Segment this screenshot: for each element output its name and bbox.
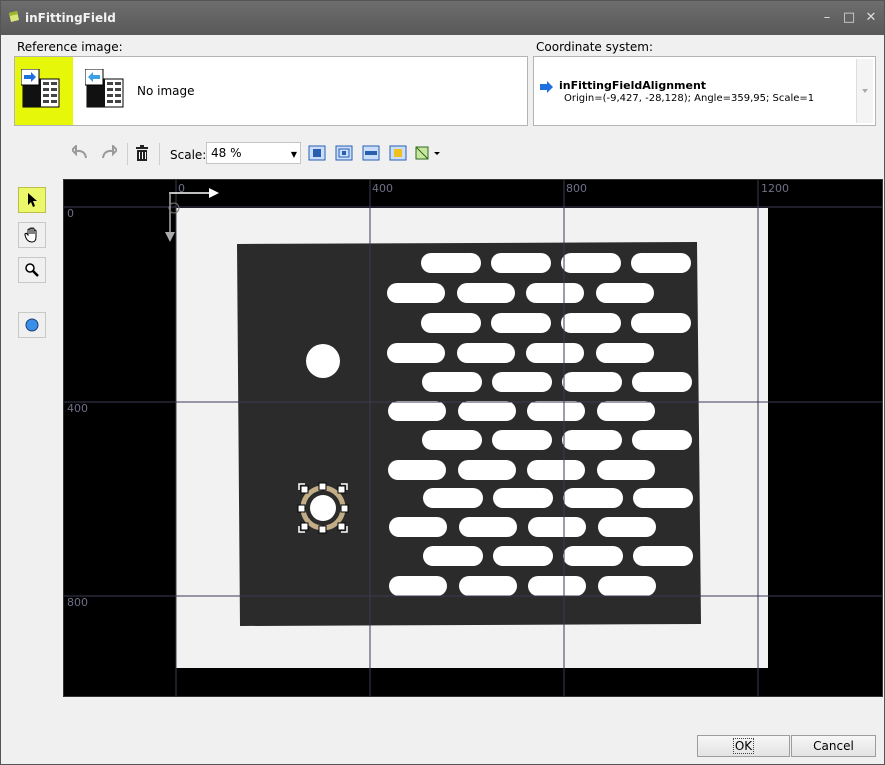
ruler-x-800: 800 — [566, 182, 587, 195]
toolbar-separator — [127, 143, 128, 165]
no-image-text: No image — [137, 84, 195, 98]
coordinate-name: inFittingFieldAlignment — [559, 79, 707, 92]
scale-value: 48 % — [211, 146, 242, 160]
ruler-x-1200: 1200 — [761, 182, 789, 195]
zoom-tool-button[interactable] — [18, 257, 46, 283]
clear-reference-icon[interactable] — [85, 69, 125, 109]
maximize-icon[interactable]: □ — [839, 9, 859, 27]
ruler-x-400: 400 — [372, 182, 393, 195]
pointer-icon — [28, 193, 37, 207]
reference-thumb-selected[interactable] — [15, 57, 73, 125]
hand-icon — [24, 227, 37, 243]
undo-icon[interactable] — [70, 141, 92, 165]
circle-icon — [25, 318, 39, 332]
circle-shape-selected[interactable] — [297, 482, 349, 534]
coordinate-value: Origin=(-9,427, -28,128); Angle=359,95; … — [564, 93, 815, 104]
minimize-icon[interactable]: – — [817, 9, 837, 27]
cancel-button[interactable]: Cancel — [791, 735, 876, 757]
zoom-actual-icon[interactable] — [333, 141, 355, 165]
coordinate-system-panel[interactable]: inFittingFieldAlignment Origin=(-9,427, … — [533, 56, 876, 126]
pan-tool-button[interactable] — [18, 222, 46, 248]
window-title: inFittingField — [25, 11, 116, 25]
app-icon — [9, 11, 19, 22]
ruler-y-800: 800 — [67, 596, 88, 609]
trash-icon[interactable] — [131, 141, 153, 165]
close-icon[interactable]: ✕ — [861, 9, 881, 27]
ok-button[interactable]: OK — [697, 735, 790, 757]
zoom-selection-icon[interactable] — [387, 141, 409, 165]
title-bar: inFittingField – □ ✕ — [1, 1, 884, 35]
coordinate-system-label: Coordinate system: — [536, 40, 654, 54]
circle-tool-button[interactable] — [18, 312, 46, 338]
dialog-window: inFittingField – □ ✕ Reference image: No… — [0, 0, 885, 765]
chevron-down-icon: ▼ — [290, 150, 297, 159]
chevron-down-icon — [862, 89, 868, 93]
reference-image-label: Reference image: — [17, 40, 123, 54]
scale-label: Scale: — [170, 148, 207, 162]
redo-icon[interactable] — [97, 141, 119, 165]
ruler-y-0: 0 — [67, 207, 74, 220]
zoom-fit-icon[interactable] — [306, 141, 328, 165]
scale-combobox[interactable]: 48 % ▼ — [206, 142, 301, 164]
ruler-y-400: 400 — [67, 402, 88, 415]
image-canvas[interactable]: 0 400 800 1200 0 400 800 — [64, 180, 882, 696]
image-viewport[interactable]: 0 400 800 1200 0 400 800 — [63, 179, 883, 697]
round-hole — [306, 344, 340, 378]
ok-button-label: OK — [732, 738, 755, 754]
select-tool-button[interactable] — [18, 187, 46, 213]
coordinate-dropdown[interactable] — [856, 59, 873, 123]
set-reference-icon — [21, 69, 60, 108]
arrow-right-icon — [540, 81, 553, 93]
toolbar-separator — [159, 143, 160, 165]
crop-options-icon[interactable] — [413, 141, 443, 165]
zoom-width-icon[interactable] — [360, 141, 382, 165]
reference-image-panel: No image — [14, 56, 528, 126]
magnifier-icon — [25, 263, 39, 277]
